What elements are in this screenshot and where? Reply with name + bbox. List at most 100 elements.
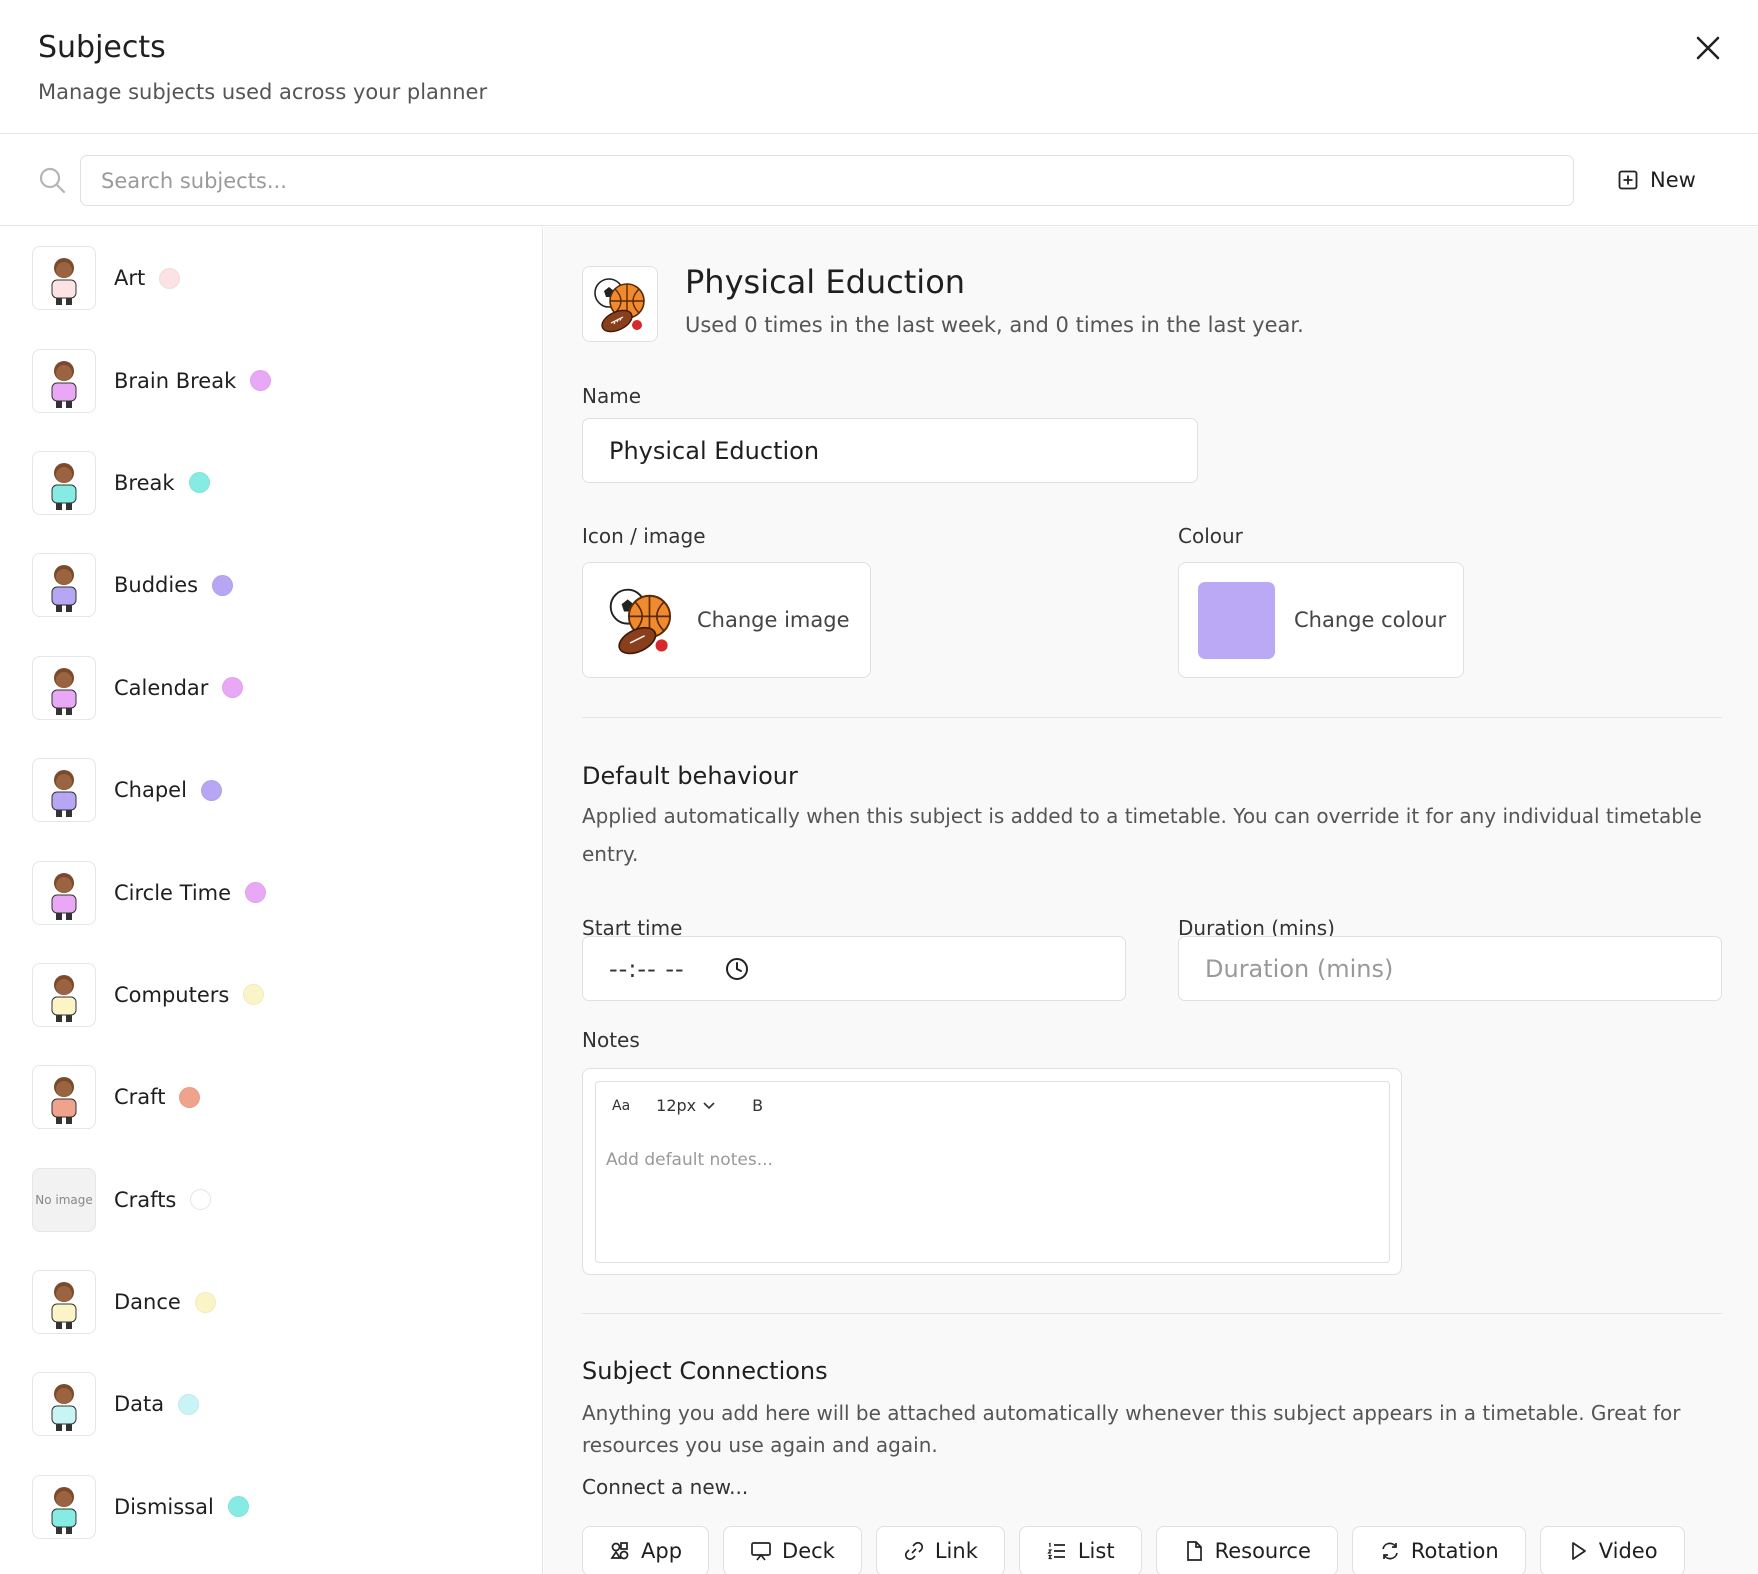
plus-square-icon bbox=[1618, 170, 1638, 190]
notes-placeholder: Add default notes... bbox=[606, 1150, 773, 1170]
subject-colour-dot bbox=[178, 1393, 200, 1415]
craft-icon bbox=[51, 1077, 77, 1125]
subject-name: Art bbox=[114, 266, 146, 291]
link-icon bbox=[903, 1540, 925, 1562]
notes-toolbar: Aa 12px B bbox=[612, 1096, 763, 1115]
search-icon bbox=[39, 167, 66, 194]
start-time-input[interactable]: --:-- -- bbox=[582, 936, 1126, 1001]
close-icon bbox=[1696, 36, 1720, 60]
list-item[interactable]: Buddies bbox=[0, 534, 542, 636]
buddies-icon bbox=[51, 565, 77, 613]
name-input[interactable] bbox=[582, 418, 1198, 483]
subject-colour-dot bbox=[188, 472, 210, 494]
subject-colour-dot bbox=[194, 1291, 216, 1313]
search-row: New bbox=[0, 134, 1758, 226]
subject-name: Dismissal bbox=[114, 1494, 214, 1519]
connections-description: Anything you add here will be attached a… bbox=[582, 1401, 1681, 1457]
connect-rotation-button[interactable]: Rotation bbox=[1351, 1526, 1526, 1574]
subject-thumbnail bbox=[32, 860, 96, 925]
dismissal-icon bbox=[51, 1486, 77, 1534]
sports-balls-icon bbox=[609, 588, 672, 655]
change-colour-button[interactable]: Change colour bbox=[1178, 562, 1464, 678]
subject-thumbnail bbox=[32, 553, 96, 618]
subject-name: Computers bbox=[114, 982, 230, 1007]
subject-thumbnail bbox=[32, 655, 96, 720]
search-input[interactable] bbox=[80, 155, 1574, 206]
page-subtitle: Manage subjects used across your planner bbox=[38, 80, 488, 104]
section-divider bbox=[582, 1313, 1722, 1314]
list-item[interactable]: Circle Time bbox=[0, 841, 542, 943]
default-behaviour-title: Default behaviour bbox=[582, 762, 798, 790]
connect-button-label: Video bbox=[1598, 1539, 1658, 1563]
list-item[interactable]: Data bbox=[0, 1353, 542, 1455]
subject-thumbnail bbox=[32, 450, 96, 515]
list-item[interactable]: Dismissal bbox=[0, 1456, 542, 1558]
no-image-placeholder: No image bbox=[32, 1167, 96, 1232]
connect-resource-button[interactable]: Resource bbox=[1155, 1526, 1338, 1574]
list-item[interactable]: Computers bbox=[0, 944, 542, 1046]
list-item[interactable]: No image Crafts bbox=[0, 1149, 542, 1251]
list-item[interactable]: Dance bbox=[0, 1251, 542, 1353]
chevron-down-icon bbox=[703, 1101, 715, 1109]
subject-colour-dot bbox=[245, 882, 267, 904]
change-image-button[interactable]: Change image bbox=[582, 562, 871, 678]
connect-list-button[interactable]: List bbox=[1018, 1526, 1142, 1574]
list-item[interactable]: Calendar bbox=[0, 637, 542, 739]
list-item[interactable]: Chapel bbox=[0, 739, 542, 841]
subject-thumbnail bbox=[32, 1474, 96, 1539]
subject-thumbnail bbox=[32, 348, 96, 413]
connect-deck-button[interactable]: Deck bbox=[723, 1526, 862, 1574]
no-image-text: No image bbox=[35, 1192, 93, 1207]
subject-name: Dance bbox=[114, 1290, 181, 1315]
list-item[interactable]: Brain Break bbox=[0, 329, 542, 431]
connect-app-button[interactable]: App bbox=[582, 1526, 710, 1574]
chapel-icon bbox=[51, 770, 77, 818]
notes-editor-box[interactable]: Aa 12px B Add default notes... bbox=[595, 1081, 1390, 1263]
subject-name: Crafts bbox=[114, 1187, 177, 1212]
subject-colour-dot bbox=[222, 677, 244, 699]
list-item[interactable]: Craft bbox=[0, 1046, 542, 1148]
subject-thumbnail bbox=[32, 758, 96, 823]
subject-thumbnail bbox=[32, 246, 96, 311]
font-family-button[interactable]: Aa bbox=[612, 1098, 630, 1114]
connect-video-button[interactable]: Video bbox=[1539, 1526, 1685, 1574]
brain-break-icon bbox=[51, 360, 77, 408]
connect-button-label: Deck bbox=[782, 1539, 835, 1563]
computers-icon bbox=[51, 974, 77, 1022]
bold-button[interactable]: B bbox=[752, 1096, 763, 1115]
notes-editor: Aa 12px B Add default notes... bbox=[582, 1068, 1402, 1275]
connect-link-button[interactable]: Link bbox=[875, 1526, 1005, 1574]
subject-name: Data bbox=[114, 1392, 165, 1417]
subject-name: Calendar bbox=[114, 675, 209, 700]
notes-label: Notes bbox=[582, 1028, 640, 1052]
list-item[interactable]: Break bbox=[0, 432, 542, 534]
calendar-icon bbox=[51, 667, 77, 715]
subject-title: Physical Eduction bbox=[685, 263, 966, 301]
subject-name: Chapel bbox=[114, 778, 187, 803]
subject-thumbnail bbox=[32, 1270, 96, 1335]
connect-button-label: Rotation bbox=[1410, 1539, 1499, 1563]
connect-buttons: App Deck Link List Resource Rotation Video bbox=[582, 1526, 1685, 1574]
icon-image-label: Icon / image bbox=[582, 524, 706, 548]
duration-input[interactable] bbox=[1178, 936, 1722, 1001]
colour-label: Colour bbox=[1178, 524, 1243, 548]
font-size-select[interactable]: 12px bbox=[656, 1096, 716, 1115]
list-icon bbox=[1046, 1540, 1068, 1562]
circle-time-icon bbox=[51, 872, 77, 920]
connect-button-label: Resource bbox=[1214, 1539, 1311, 1563]
close-button[interactable] bbox=[1688, 28, 1728, 68]
break-icon bbox=[51, 462, 77, 510]
clock-icon[interactable] bbox=[725, 957, 749, 981]
list-item[interactable]: Art bbox=[0, 227, 542, 329]
dance-icon bbox=[51, 1282, 77, 1330]
new-button-label: New bbox=[1650, 168, 1696, 192]
app-icon bbox=[609, 1540, 631, 1562]
subject-image bbox=[582, 266, 658, 342]
change-image-label: Change image bbox=[697, 608, 850, 632]
subject-detail-panel: Physical Eduction Used 0 times in the la… bbox=[544, 227, 1758, 1574]
subject-name: Brain Break bbox=[114, 368, 237, 393]
video-icon bbox=[1567, 1540, 1589, 1562]
new-subject-button[interactable]: New bbox=[1610, 158, 1704, 202]
subject-name: Break bbox=[114, 470, 175, 495]
subject-colour-dot bbox=[212, 574, 234, 596]
